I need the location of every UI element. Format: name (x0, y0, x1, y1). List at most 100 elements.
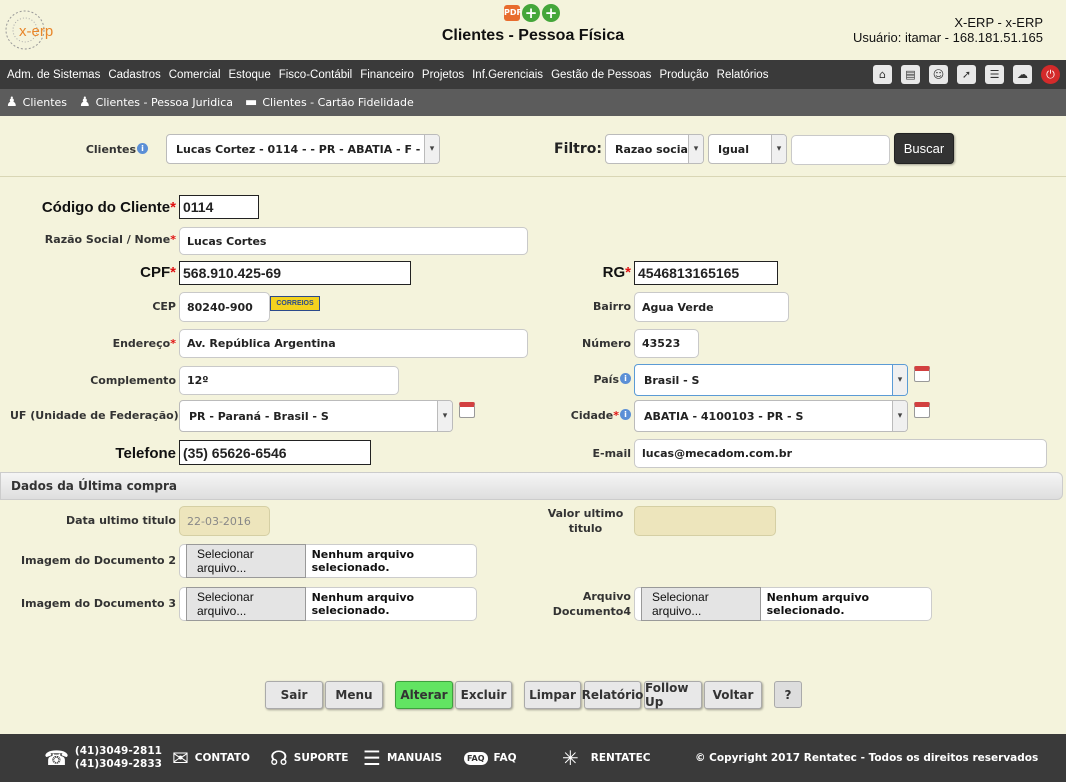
cpf-input[interactable]: 568.910.425-69 (179, 261, 411, 285)
data-ultimo-input: 22-03-2016 (179, 506, 270, 536)
menu-projetos[interactable]: Projetos (422, 69, 464, 81)
suporte-link[interactable]: SUPORTE (294, 752, 349, 764)
pais-select[interactable]: Brasil - S ▾ (634, 364, 908, 396)
menu-button[interactable]: Menu (325, 681, 383, 709)
valor-label-line2: titulo (568, 522, 603, 535)
calendar-icon[interactable] (459, 402, 475, 418)
email-input[interactable]: lucas@mecadom.com.br (634, 439, 1047, 468)
home-icon[interactable]: ⌂ (873, 65, 892, 84)
menu-relatorios[interactable]: Relatórios (717, 69, 769, 81)
footer-phone: ☎ (41)3049-2811 (41)3049-2833 (44, 734, 162, 782)
mail-icon: ✉ (172, 746, 189, 770)
uf-select-value: PR - Paraná - Brasil - S (189, 409, 329, 423)
voltar-button[interactable]: Voltar (704, 681, 762, 709)
limpar-button[interactable]: Limpar (524, 681, 581, 709)
doc4-file-input[interactable]: Selecionar arquivo... Nenhum arquivo sele… (634, 587, 932, 621)
footer-suporte[interactable]: ☊ SUPORTE (270, 734, 348, 782)
uf-select[interactable]: PR - Paraná - Brasil - S ▾ (179, 400, 453, 432)
follow-up-button[interactable]: Follow Up (644, 681, 702, 709)
add-icon[interactable]: + (522, 4, 540, 22)
main-menu: Adm. de Sistemas Cadastros Comercial Est… (0, 60, 1066, 89)
section-title[interactable]: Dados da Última compra (0, 472, 1063, 500)
calendar-icon[interactable] (914, 366, 930, 382)
sub-navigation: ♟ Clientes ♟ Clientes - Pessoa Juridica ▬ C… (0, 89, 1066, 116)
menu-fisco-contabil[interactable]: Fisco-Contábil (279, 69, 353, 81)
complemento-input[interactable]: 12º (179, 366, 399, 395)
endereco-input[interactable]: Av. República Argentina (179, 329, 528, 358)
subnav-cartao-fidelidade[interactable]: ▬ Clientes - Cartão Fidelidade (245, 95, 414, 110)
headset-icon: ☊ (270, 746, 288, 770)
numero-input[interactable]: 43523 (634, 329, 699, 358)
rg-input[interactable]: 4546813165165 (634, 261, 778, 285)
menu-cadastros[interactable]: Cadastros (108, 69, 160, 81)
menu-producao[interactable]: Produção (659, 69, 708, 81)
chevron-down-icon: ▾ (688, 135, 703, 163)
badge-icon[interactable]: ☺ (929, 65, 948, 84)
select-file-button[interactable]: Selecionar arquivo... (641, 587, 761, 621)
doc4-label: Arquivo Documento4 (540, 589, 631, 619)
menu-estoque[interactable]: Estoque (229, 69, 271, 81)
filtro-label: Filtro: (554, 141, 602, 157)
menu-adm-sistemas[interactable]: Adm. de Sistemas (7, 69, 100, 81)
sair-button[interactable]: Sair (265, 681, 323, 709)
menu-inf-gerenciais[interactable]: Inf.Gerenciais (472, 69, 543, 81)
calendar-icon[interactable] (914, 402, 930, 418)
relatorio-button[interactable]: Relatório (582, 681, 643, 709)
bairro-input[interactable]: Agua Verde (634, 292, 789, 322)
select-file-button[interactable]: Selecionar arquivo... (186, 587, 306, 621)
doc2-label: Imagem do Documento 2 (21, 554, 176, 567)
export-icon[interactable]: ➚ (957, 65, 976, 84)
clientes-select[interactable]: Lucas Cortez - 0114 - - PR - ABATIA - F … (166, 134, 440, 164)
telefone-input[interactable]: (35) 65626-6546 (179, 440, 371, 465)
pdf-icon[interactable]: PDF (504, 5, 522, 21)
manuais-link[interactable]: MANUAIS (387, 752, 442, 764)
subnav-pessoa-juridica[interactable]: ♟ Clientes - Pessoa Juridica (79, 95, 233, 110)
complemento-label: Complemento (90, 374, 176, 387)
faq-link[interactable]: FAQ (494, 752, 517, 764)
document-icon[interactable]: ☰ (985, 65, 1004, 84)
menu-gestao-pessoas[interactable]: Gestão de Pessoas (551, 69, 651, 81)
cep-input[interactable]: 80240-900 (179, 292, 270, 322)
filter-search-input[interactable] (791, 135, 890, 165)
filter-field-select[interactable]: Razao social ▾ (605, 134, 704, 164)
help-button[interactable]: ? (774, 681, 802, 708)
info-icon[interactable]: i (137, 143, 148, 154)
subnav-label: Clientes (22, 96, 67, 109)
select-file-button[interactable]: Selecionar arquivo... (186, 544, 306, 578)
codigo-input[interactable]: 0114 (179, 195, 259, 219)
menu-financeiro[interactable]: Financeiro (360, 69, 414, 81)
menu-comercial[interactable]: Comercial (169, 69, 221, 81)
razao-input[interactable]: Lucas Cortes (179, 227, 528, 255)
info-icon[interactable]: i (620, 409, 631, 420)
search-button[interactable]: Buscar (894, 133, 954, 164)
pais-select-value: Brasil - S (644, 373, 700, 387)
subnav-clientes[interactable]: ♟ Clientes (6, 95, 67, 110)
footer-manuais[interactable]: ☰ MANUAIS (363, 734, 442, 782)
doc3-file-input[interactable]: Selecionar arquivo... Nenhum arquivo sele… (179, 587, 477, 621)
email-label: E-mail (592, 447, 631, 460)
phone-icon: ☎ (44, 746, 69, 770)
footer-faq[interactable]: FAQ FAQ (464, 734, 517, 782)
footer-contato[interactable]: ✉ CONTATO (172, 734, 250, 782)
endereco-label-text: Endereço (112, 337, 171, 350)
add-new-icon[interactable]: + (542, 4, 560, 22)
filter-operator-select[interactable]: Igual ▾ (708, 134, 787, 164)
footer-rentatec[interactable]: ✳ RENTATEC (562, 734, 651, 782)
info-icon[interactable]: i (620, 373, 631, 384)
uf-label-text: UF (Unidade de Federação) (10, 409, 179, 422)
correios-logo[interactable]: CORREIOS (270, 296, 320, 311)
printer-icon[interactable]: ▤ (901, 65, 920, 84)
contato-link[interactable]: CONTATO (195, 752, 250, 764)
required-mark: * (170, 233, 176, 246)
power-icon[interactable]: ⏻ (1041, 65, 1060, 84)
cloud-icon[interactable]: ☁ (1013, 65, 1032, 84)
cidade-select[interactable]: ABATIA - 4100103 - PR - S ▾ (634, 400, 908, 432)
cidade-label: Cidade* i (560, 409, 631, 422)
filter-field-value: Razao social (615, 142, 692, 156)
doc4-label-line2: Documento4 (552, 605, 631, 618)
alterar-button[interactable]: Alterar (395, 681, 453, 709)
doc2-file-input[interactable]: Selecionar arquivo... Nenhum arquivo sele… (179, 544, 477, 578)
excluir-button[interactable]: Excluir (455, 681, 512, 709)
pais-label: País i (560, 373, 631, 386)
rentatec-link[interactable]: RENTATEC (591, 752, 651, 764)
